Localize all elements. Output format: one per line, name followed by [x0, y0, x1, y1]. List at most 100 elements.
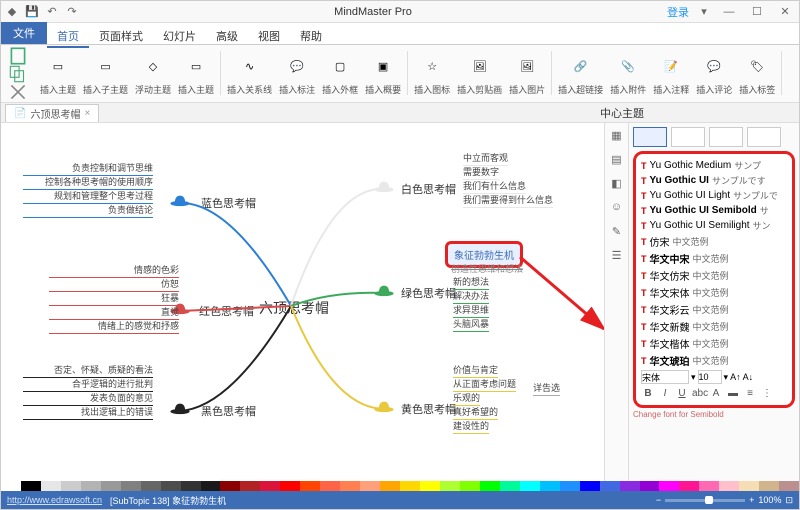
leaf-red-3[interactable]: 直觉 — [49, 305, 179, 320]
leaf-white-1[interactable]: 需要数字 — [463, 165, 499, 180]
color-swatch[interactable] — [779, 481, 799, 491]
leaf-red-2[interactable]: 狂暴 — [49, 291, 179, 306]
panel-tab-clipart[interactable]: ✎ — [605, 219, 628, 243]
color-swatch[interactable] — [201, 481, 221, 491]
color-swatch[interactable] — [420, 481, 440, 491]
color-swatch[interactable] — [739, 481, 759, 491]
leaf-black-0[interactable]: 否定、怀疑、质疑的看法 — [23, 363, 153, 378]
color-swatch[interactable] — [300, 481, 320, 491]
ribbon-item-6[interactable]: ▢插入外框 — [319, 51, 361, 96]
dropdown-icon[interactable]: ▾ — [691, 372, 696, 383]
panel-tab-outline[interactable]: ☰ — [605, 243, 628, 267]
color-swatch[interactable] — [41, 481, 61, 491]
branch-yellow[interactable]: 黄色思考帽 — [401, 401, 456, 417]
branch-green[interactable]: 绿色思考帽 — [401, 285, 456, 301]
bullets-button[interactable]: ⋮ — [760, 388, 774, 399]
leaf-green-3[interactable]: 解决办法 — [453, 289, 489, 304]
color-swatch[interactable] — [240, 481, 260, 491]
redo-icon[interactable]: ↷ — [65, 5, 79, 19]
color-swatch[interactable] — [699, 481, 719, 491]
ribbon-item-11[interactable]: 🔗插入超链接 — [555, 51, 606, 96]
color-swatch[interactable] — [1, 481, 21, 491]
zoom-in-button[interactable]: + — [749, 495, 754, 505]
color-swatch[interactable] — [640, 481, 660, 491]
ribbon-item-15[interactable]: 🏷插入标签 — [736, 51, 778, 96]
color-swatch[interactable] — [719, 481, 739, 491]
color-swatch[interactable] — [440, 481, 460, 491]
layout-thumb-3[interactable] — [709, 127, 743, 147]
color-swatch[interactable] — [460, 481, 480, 491]
color-swatch[interactable] — [81, 481, 101, 491]
status-url[interactable]: http://www.edrawsoft.cn — [7, 495, 102, 505]
leaf-blue-1[interactable]: 控制各种思考帽的使用顺序 — [23, 175, 153, 190]
branch-blue[interactable]: 蓝色思考帽 — [201, 195, 256, 211]
italic-button[interactable]: I — [658, 388, 672, 399]
leaf-green-5[interactable]: 头脑风暴 — [453, 317, 489, 332]
color-palette[interactable] — [1, 481, 799, 491]
panel-tab-style[interactable]: ▤ — [605, 147, 628, 171]
color-swatch[interactable] — [220, 481, 240, 491]
color-swatch[interactable] — [280, 481, 300, 491]
settings-icon[interactable]: ⊡ — [792, 84, 799, 100]
panel-tab-layout[interactable]: ▦ — [605, 123, 628, 147]
leaf-red-1[interactable]: 仿恕 — [49, 277, 179, 292]
font-list[interactable]: TYu Gothic Medium サンプTYu Gothic UI サンプルで… — [638, 158, 790, 368]
ribbon-item-7[interactable]: ▣插入概要 — [362, 51, 404, 96]
ribbon-item-14[interactable]: 💬插入评论 — [693, 51, 735, 96]
undo-icon[interactable]: ↶ — [45, 5, 59, 19]
leaf-black-1[interactable]: 合乎逻辑的进行批判 — [23, 377, 153, 392]
underline-button[interactable]: U — [675, 388, 689, 399]
font-size-input[interactable] — [698, 370, 722, 384]
font-row[interactable]: TYu Gothic UI Semibold サ — [638, 203, 790, 218]
font-row[interactable]: T华文彩云 中文范例 — [638, 301, 790, 318]
strike-button[interactable]: abc — [692, 388, 706, 399]
panel-tab-icon[interactable]: ☺ — [605, 195, 628, 219]
color-swatch[interactable] — [161, 481, 181, 491]
ribbon-item-10[interactable]: 🖼插入图片 — [506, 51, 548, 96]
ribbon-item-12[interactable]: 📎插入附件 — [607, 51, 649, 96]
font-row[interactable]: TYu Gothic UI Semilight サン — [638, 218, 790, 233]
leaf-yellow-3[interactable]: 真好希望的 — [453, 405, 498, 420]
font-row[interactable]: T仿宋 中文范例 — [638, 233, 790, 250]
leaf-blue-0[interactable]: 负责控制和调节思维 — [23, 161, 153, 176]
font-row[interactable]: T华文仿宋 中文范例 — [638, 267, 790, 284]
leaf-red-0[interactable]: 情感的色彩 — [49, 263, 179, 278]
color-swatch[interactable] — [121, 481, 141, 491]
increase-font-icon[interactable]: A↑ — [730, 372, 741, 382]
file-menu[interactable]: 文件 — [1, 22, 47, 44]
layout-thumb-4[interactable] — [747, 127, 781, 147]
leaf-white-3[interactable]: 我们需要得到什么信息 — [463, 193, 553, 208]
branch-black[interactable]: 黑色思考帽 — [201, 403, 256, 419]
paste-icon[interactable] — [7, 48, 29, 64]
leaf-yellow-1[interactable]: 从正面考虑问题 — [453, 377, 516, 392]
color-swatch[interactable] — [260, 481, 280, 491]
copy-icon[interactable] — [7, 66, 29, 82]
font-row[interactable]: TYu Gothic Medium サンプ — [638, 158, 790, 173]
maximize-button[interactable]: ☐ — [747, 3, 767, 21]
dropdown-icon-2[interactable]: ▾ — [724, 372, 729, 383]
color-swatch[interactable] — [141, 481, 161, 491]
font-row[interactable]: T华文琥珀 中文范例 — [638, 352, 790, 368]
color-swatch[interactable] — [340, 481, 360, 491]
leaf-white-0[interactable]: 中立而客观 — [463, 151, 508, 166]
font-row[interactable]: TYu Gothic UI サンプルです — [638, 173, 790, 188]
menu-tab-4[interactable]: 视图 — [248, 28, 290, 46]
ribbon-item-5[interactable]: 💬插入标注 — [276, 51, 318, 96]
color-swatch[interactable] — [500, 481, 520, 491]
menu-tab-5[interactable]: 帮助 — [290, 28, 332, 46]
ribbon-item-13[interactable]: 📝插入注释 — [650, 51, 692, 96]
leaf-black-2[interactable]: 发表负面的意见 — [23, 391, 153, 406]
font-row[interactable]: T华文新魏 中文范例 — [638, 318, 790, 335]
menu-tab-1[interactable]: 页面样式 — [89, 28, 153, 46]
leaf-black-3[interactable]: 找出逻辑上的错误 — [23, 405, 153, 420]
leaf-red-4[interactable]: 情绪上的感觉和抒感 — [49, 319, 179, 334]
highlight-button[interactable]: ▬ — [726, 388, 740, 399]
leaf-white-2[interactable]: 我们有什么信息 — [463, 179, 526, 194]
leaf-yellow-0[interactable]: 价值与肯定 — [453, 363, 498, 378]
ribbon-item-1[interactable]: ▭插入子主题 — [80, 51, 131, 96]
leaf-green-4[interactable]: 求异思维 — [453, 303, 489, 318]
save-icon[interactable]: 💾 — [25, 5, 39, 19]
color-swatch[interactable] — [560, 481, 580, 491]
layout-icon[interactable]: ⊟ — [792, 66, 799, 82]
center-node[interactable]: 六顶思考帽 — [259, 298, 329, 318]
